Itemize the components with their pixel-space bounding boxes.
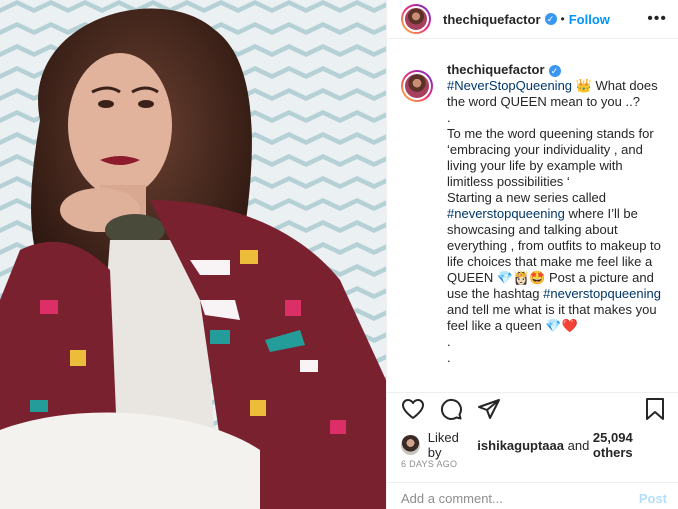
liker-username[interactable]: ishikaguptaaa [477, 438, 564, 453]
likes-prefix: Liked by [427, 430, 459, 460]
caption-line: Starting a new series called [447, 190, 610, 205]
post-panel: thechiquefactor ✓ • Follow ••• thechique… [386, 0, 678, 509]
author-username[interactable]: thechiquefactor [443, 12, 541, 27]
verified-badge-icon: ✓ [544, 13, 557, 25]
caption-avatar[interactable] [401, 70, 433, 102]
caption-line: . [447, 350, 451, 365]
comment-icon[interactable] [439, 397, 463, 426]
hashtag-link[interactable]: #neverstopqueening [447, 206, 565, 221]
heart-icon[interactable] [401, 397, 425, 426]
author-avatar[interactable] [401, 4, 431, 34]
caption-line: . [447, 334, 451, 349]
likes-middle: and [564, 437, 593, 453]
caption-line: To me the word queening stands for ‘embr… [447, 126, 658, 189]
caption-text: thechiquefactor ✓ #NeverStopQueening 👑 Wh… [447, 62, 671, 366]
hashtag-link[interactable]: #neverstopqueening [543, 286, 661, 301]
comment-input[interactable] [401, 490, 631, 506]
crown-emoji: 👑 [575, 78, 592, 93]
likes-count[interactable]: 25,094 others [593, 430, 671, 460]
divider [387, 482, 678, 483]
hashtag-link[interactable]: #NeverStopQueening [447, 78, 572, 93]
post-timestamp[interactable]: 6 DAYS AGO [401, 459, 457, 469]
separator-dot: • [560, 12, 565, 26]
share-icon[interactable] [477, 397, 501, 426]
follow-button[interactable]: Follow [569, 12, 610, 27]
caption-username[interactable]: thechiquefactor [447, 62, 545, 77]
post-header: thechiquefactor ✓ • Follow ••• [387, 0, 678, 39]
bookmark-icon[interactable] [643, 397, 667, 426]
comment-box: Post [401, 487, 667, 509]
divider [387, 392, 678, 393]
post-photo [0, 0, 386, 509]
likes-row: Liked by ishikaguptaaa and 25,094 others [401, 430, 671, 460]
action-bar [401, 397, 667, 426]
caption-area: thechiquefactor ✓ #NeverStopQueening 👑 Wh… [387, 62, 678, 392]
liker-avatar[interactable] [401, 435, 420, 455]
post-comment-button[interactable]: Post [639, 491, 667, 506]
caption-line: . [447, 110, 451, 125]
verified-badge-icon: ✓ [548, 64, 561, 77]
more-options-icon[interactable]: ••• [647, 10, 667, 28]
